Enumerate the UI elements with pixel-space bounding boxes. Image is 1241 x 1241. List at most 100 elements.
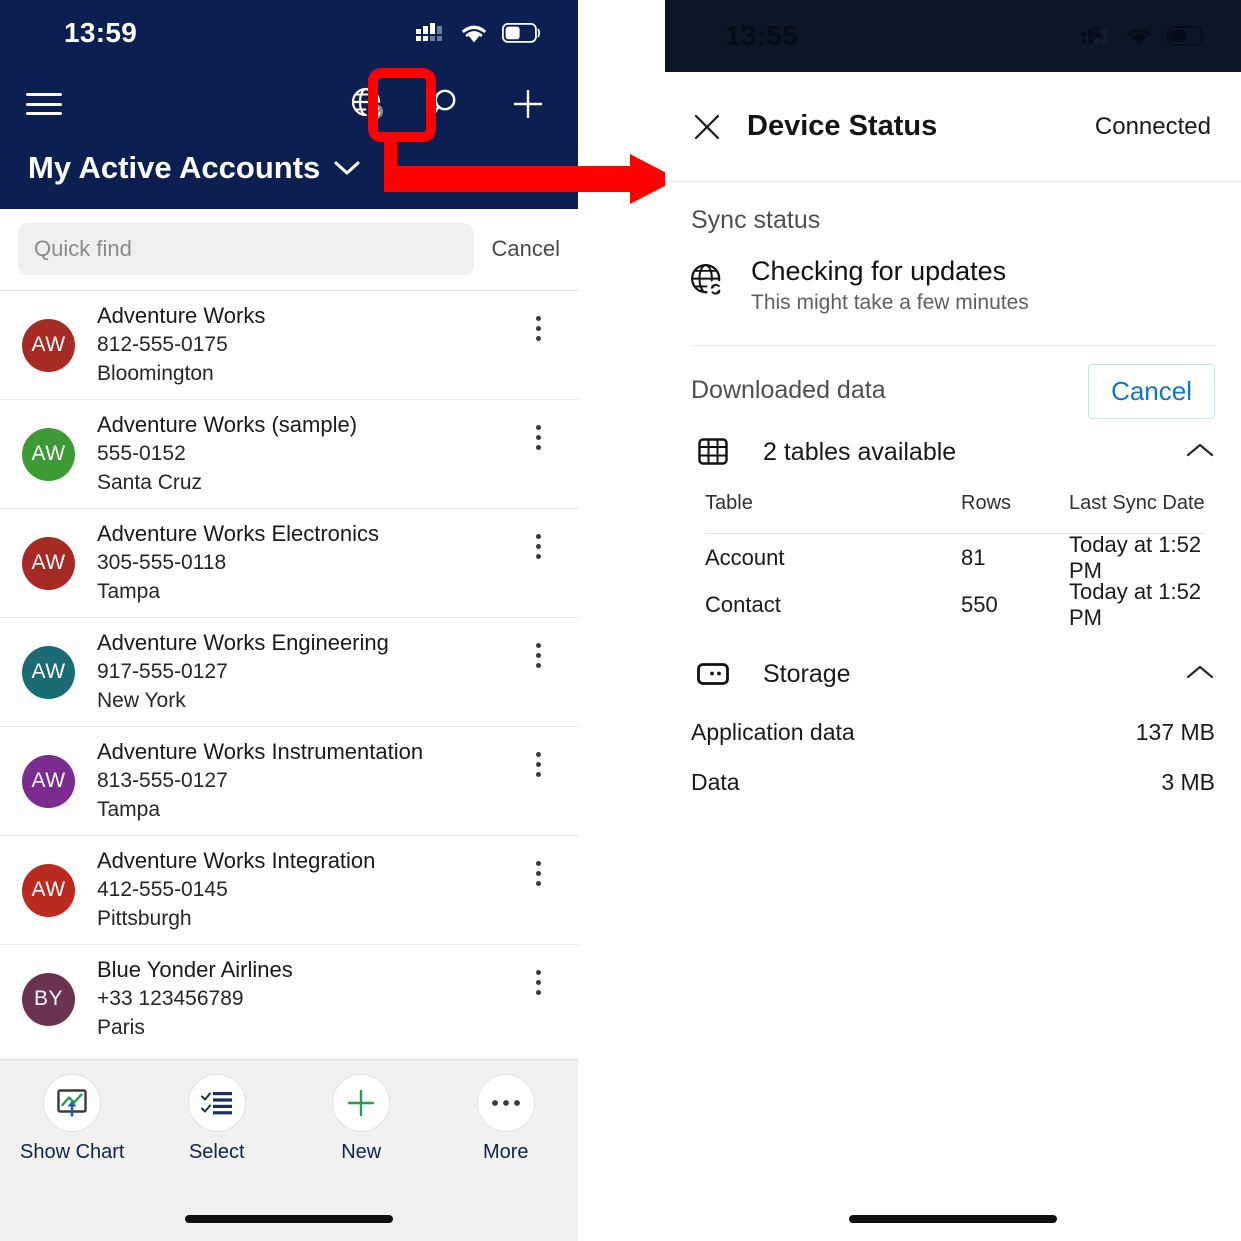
battery-icon	[502, 23, 541, 43]
command-bar-button-show-chart[interactable]: Show Chart	[0, 1074, 145, 1186]
table-grid-icon	[691, 430, 735, 474]
wifi-icon	[1127, 28, 1151, 45]
account-city: Tampa	[97, 797, 161, 821]
account-city: Pittsburgh	[97, 906, 192, 930]
account-phone: 813-555-0127	[97, 769, 228, 793]
account-city: New York	[97, 688, 186, 712]
avatar: AW	[22, 754, 75, 808]
account-phone: 917-555-0127	[97, 660, 228, 684]
list-item[interactable]: AW Adventure Works 812-555-0175 Bloomington	[0, 290, 578, 399]
sync-status-section-label: Sync status	[691, 206, 821, 234]
chevron-up-icon[interactable]	[1185, 663, 1215, 686]
list-item[interactable]: AW Adventure Works (sample) 555-0152 Santa …	[0, 399, 578, 508]
cellular-icon	[1081, 26, 1107, 44]
storage-value: 137 MB	[1135, 719, 1215, 745]
home-indicator	[185, 1215, 393, 1223]
account-phone: 812-555-0175	[97, 333, 228, 357]
search-placeholder: Quick find	[34, 236, 132, 261]
account-name: Blue Yonder Airlines	[97, 957, 293, 983]
command-bar-items: Show Chart Select New More	[0, 1060, 578, 1186]
storage-group-header[interactable]: Storage	[691, 652, 1215, 696]
avatar: AW	[22, 318, 75, 372]
cell-last-sync: Today at 1:52 PM	[1069, 531, 1202, 583]
view-selector[interactable]: My Active Accounts	[28, 150, 360, 186]
page-title: My Active Accounts	[28, 150, 321, 185]
storage-row-data: Data 3 MB	[691, 769, 1215, 796]
command-bar-label: More	[482, 1141, 529, 1163]
more-options-icon[interactable]	[518, 632, 558, 678]
list-item[interactable]: AW Adventure Works Integration 412-555-014…	[0, 835, 578, 944]
avatar-initials: BY	[33, 987, 63, 1010]
right-phone-screen: 13:55 Device Status Connected Sync statu…	[665, 0, 1241, 1241]
battery-icon	[1167, 26, 1206, 46]
section-divider	[691, 345, 1215, 346]
show-chart-icon	[43, 1074, 102, 1132]
sync-status-subtitle: This might take a few minutes	[751, 291, 1029, 314]
account-phone: +33 123456789	[97, 987, 244, 1011]
plus-icon	[332, 1074, 391, 1132]
list-item-text: Adventure Works Instrumentation 813-555-0…	[97, 739, 518, 822]
sync-status-item: Checking for updates This might take a f…	[689, 256, 1029, 315]
list-item-text: Adventure Works Electronics 305-555-0118 T…	[97, 521, 518, 604]
account-name: Adventure Works Instrumentation	[97, 739, 424, 765]
list-item-text: Adventure Works Integration 412-555-0145 P…	[97, 848, 518, 931]
more-options-icon[interactable]	[518, 850, 558, 896]
list-item[interactable]: BY Blue Yonder Airlines +33 123456789 Paris	[0, 944, 578, 1053]
storage-row-application-data: Application data 137 MB	[691, 719, 1215, 746]
status-bar-time: 13:55	[725, 20, 799, 51]
wifi-icon	[462, 25, 486, 42]
sync-status-title: Checking for updates	[751, 256, 1007, 286]
status-bar-time: 13:59	[64, 17, 138, 48]
avatar: BY	[22, 972, 75, 1026]
command-bar-button-new[interactable]: New	[289, 1074, 434, 1186]
list-item[interactable]: AW Adventure Works Instrumentation 813-555…	[0, 726, 578, 835]
quick-find-row: Quick find Cancel	[0, 209, 578, 289]
avatar-initials: AW	[31, 551, 66, 574]
account-phone: 305-555-0118	[97, 551, 227, 575]
app-toolbar	[0, 66, 578, 142]
tables-group-title: 2 tables available	[763, 437, 957, 466]
status-bar-icons	[1081, 25, 1207, 47]
avatar-initials: AW	[31, 660, 66, 683]
downloaded-data-section-label: Downloaded data	[691, 376, 886, 404]
globe-sync-icon	[689, 262, 729, 307]
avatar-initials: AW	[31, 333, 66, 356]
account-name: Adventure Works	[97, 303, 266, 329]
search-cancel-button[interactable]: Cancel	[492, 236, 560, 262]
more-options-icon[interactable]	[518, 523, 558, 569]
avatar: AW	[22, 863, 75, 917]
command-bar-button-select[interactable]: Select	[145, 1074, 290, 1186]
account-phone: 412-555-0145	[97, 878, 228, 902]
list-item-text: Blue Yonder Airlines +33 123456789 Paris	[97, 957, 518, 1040]
plus-icon[interactable]	[508, 84, 548, 124]
tables-group-header[interactable]: 2 tables available	[691, 430, 1215, 474]
storage-label: Application data	[691, 719, 855, 745]
chevron-up-icon[interactable]	[1185, 441, 1215, 464]
account-city: Paris	[97, 1015, 145, 1039]
account-name: Adventure Works Engineering	[97, 630, 389, 656]
search-input[interactable]: Quick find	[18, 223, 474, 275]
table-body: Account 81 Today at 1:52 PM Contact 550 Today…	[705, 531, 1205, 630]
list-item[interactable]: AW Adventure Works Electronics 305-555-011…	[0, 508, 578, 617]
more-options-icon[interactable]	[518, 959, 558, 1005]
account-city: Tampa	[97, 579, 161, 603]
sync-status-text: Checking for updates This might take a f…	[751, 256, 1029, 315]
close-x-icon[interactable]	[685, 105, 729, 149]
cancel-download-button[interactable]: Cancel	[1088, 364, 1215, 419]
tables-table: Table Rows Last Sync Date Account 81 Today…	[705, 492, 1205, 630]
account-name: Adventure Works (sample)	[97, 412, 358, 438]
command-bar-button-more[interactable]: More	[434, 1074, 579, 1186]
account-name: Adventure Works Electronics	[97, 521, 380, 547]
more-options-icon[interactable]	[518, 305, 558, 351]
storage-value: 3 MB	[1161, 769, 1215, 795]
hamburger-menu-icon[interactable]	[26, 93, 62, 115]
status-bar-icons	[416, 22, 542, 44]
more-options-icon[interactable]	[518, 414, 558, 460]
account-name: Adventure Works Integration	[97, 848, 376, 874]
avatar: AW	[22, 427, 75, 481]
column-header-table: Table	[705, 492, 753, 514]
list-item-text: Adventure Works (sample) 555-0152 Santa Cr…	[97, 412, 518, 495]
list-item[interactable]: AW Adventure Works Engineering 917-555-012…	[0, 617, 578, 726]
more-options-icon[interactable]	[518, 741, 558, 787]
avatar-initials: AW	[31, 769, 66, 792]
